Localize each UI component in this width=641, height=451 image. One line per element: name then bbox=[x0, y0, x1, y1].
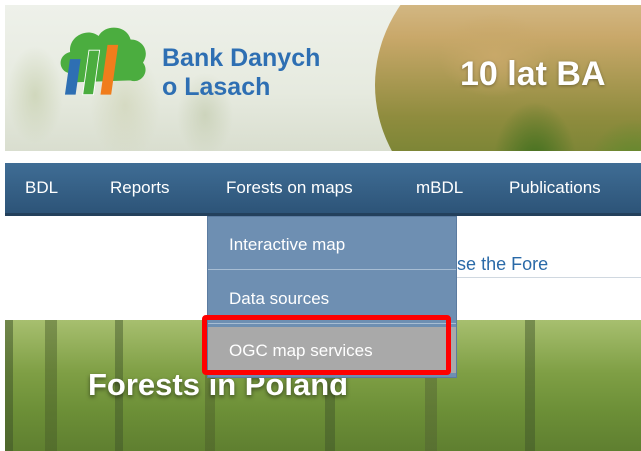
nav-item-reports[interactable]: Reports bbox=[110, 163, 170, 213]
logo-text-line1: Bank Danych bbox=[162, 44, 321, 72]
divider bbox=[455, 277, 641, 278]
logo-text-line2: o Lasach bbox=[162, 73, 271, 101]
nav-item-publications[interactable]: Publications bbox=[509, 163, 601, 213]
nav-item-forests-on-maps[interactable]: Forests on maps bbox=[226, 163, 353, 213]
logo-cloud-icon bbox=[60, 27, 146, 96]
site-logo[interactable] bbox=[48, 20, 158, 110]
banner-slogan: 10 lat BA bbox=[460, 55, 606, 93]
dropdown-item-label: Data sources bbox=[229, 289, 330, 308]
dropdown-separator bbox=[208, 269, 456, 270]
logo-text[interactable]: Bank Danych o Lasach bbox=[162, 44, 320, 102]
highlight-box bbox=[202, 315, 451, 375]
main-navbar: BDL Reports Forests on maps mBDL Publica… bbox=[5, 163, 641, 216]
nav-item-bdl[interactable]: BDL bbox=[25, 163, 58, 213]
nav-item-mbdl[interactable]: mBDL bbox=[416, 163, 463, 213]
dropdown-item-label: Interactive map bbox=[229, 235, 346, 254]
dropdown-item-interactive-map[interactable]: Interactive map bbox=[208, 219, 456, 271]
